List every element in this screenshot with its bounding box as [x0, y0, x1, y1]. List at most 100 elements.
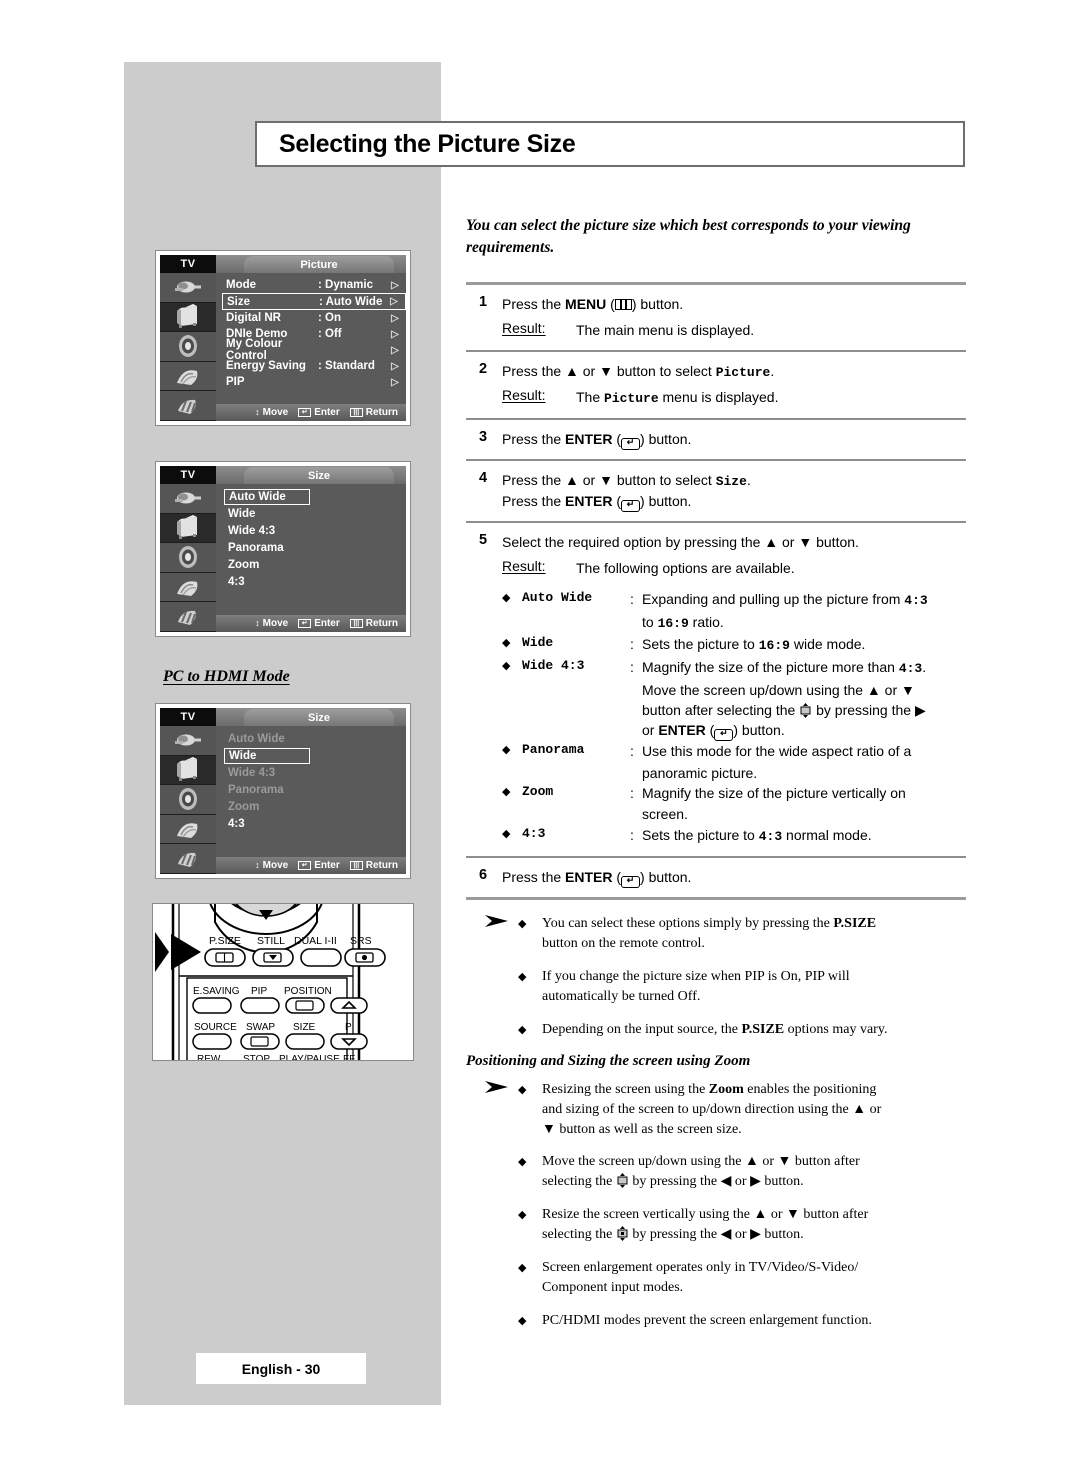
enter-icon: ↵ [621, 500, 641, 513]
picture-menu-name: Picture [604, 391, 659, 407]
input-plug-icon[interactable] [160, 484, 216, 514]
picture-tv-icon[interactable] [160, 513, 216, 544]
zoom-note-4: ◆ Screen enlargement operates only in TV… [466, 1258, 966, 1298]
diamond-bullet-icon: ◆ [518, 1314, 527, 1327]
ratio-16-9: 16:9 [758, 638, 790, 654]
picture-tv-icon[interactable] [160, 302, 216, 333]
step-4-line2-pre: Press the [502, 493, 566, 510]
step-1-result: Result: The main menu is displayed. [502, 320, 966, 341]
svg-text:STOP: STOP [243, 1054, 270, 1060]
note-pre: Resizing the screen using the [542, 1081, 709, 1097]
osd-picture-topbar: TV Picture [160, 255, 406, 274]
step-1: 1 Press the MENU () button. Result: The … [466, 285, 966, 350]
step-6: 6 Press the ENTER (↵) button. [466, 858, 966, 897]
channel-icon[interactable] [160, 572, 216, 603]
setup-icon[interactable] [160, 844, 216, 874]
menu-button-name: MENU [565, 295, 607, 312]
footer-move: ↕ Move [255, 860, 288, 871]
page-footer-label: English - 30 [241, 1360, 321, 1377]
updown-arrow-icon: ↕ [255, 860, 260, 870]
size-option-auto-wide[interactable]: Auto Wide [222, 488, 406, 505]
osd-size-icon-column [160, 484, 216, 632]
cont-post: by pressing the ▶ [812, 702, 926, 719]
sound-speaker-icon[interactable] [160, 332, 216, 362]
step-4-line2-post: ) button. [640, 493, 692, 510]
osd-pc-hdmi-option-list: Auto Wide Wide Wide 4:3 Panorama Zoom 4:… [216, 726, 406, 874]
step-4-text: Press the ▲ or ▼ button to select Size. [502, 470, 966, 492]
pc-hdmi-option-zoom: Zoom [222, 798, 406, 815]
option-desc-panorama-cont: panoramic picture. [502, 763, 966, 783]
zoom-note-1: ◆ Resizing the screen using the Zoom ena… [466, 1080, 966, 1140]
position-move-icon [799, 703, 812, 719]
note-post: enables the positioning [743, 1081, 877, 1097]
option-description: Use this mode for the wide aspect ratio … [642, 743, 912, 760]
footer-enter: ↵ Enter [298, 618, 340, 629]
picture-tv-icon[interactable] [160, 755, 216, 786]
osd-row-digital-nr[interactable]: Digital NR : On ▷ [222, 310, 406, 326]
input-plug-icon[interactable] [160, 726, 216, 756]
channel-icon[interactable] [160, 361, 216, 392]
step-6-post: ) button. [640, 869, 692, 886]
note-post: options may vary. [784, 1021, 888, 1037]
menu-key-icon: ||| [349, 619, 363, 628]
sound-speaker-icon[interactable] [160, 785, 216, 815]
osd-row-value: : Auto Wide [319, 295, 383, 308]
size-option-4-3[interactable]: 4:3 [222, 573, 406, 590]
note-line2-post: by pressing the ◀ or ▶ button. [628, 1227, 804, 1243]
note-line2-pre: selecting the [542, 1227, 616, 1243]
osd-row-mode[interactable]: Mode : Dynamic ▷ [222, 277, 406, 293]
psize-button-name: P.SIZE [833, 916, 877, 932]
osd-row-pip[interactable]: PIP ▷ [222, 374, 406, 390]
result-text: The following options are available. [576, 560, 795, 577]
size-option-label: 4:3 [228, 817, 245, 830]
osd-pc-hdmi-tab-label: Size [244, 709, 394, 727]
setup-icon[interactable] [160, 391, 216, 421]
zoom-note-2: ◆ Move the screen up/down using the ▲ or… [466, 1152, 966, 1192]
size-option-panorama[interactable]: Panorama [222, 539, 406, 556]
osd-row-value: : Dynamic [318, 279, 373, 291]
step-4-text-2: Press the ENTER (↵) button. [502, 491, 966, 513]
note-line2: automatically be turned Off. [542, 989, 701, 1005]
size-option-zoom[interactable]: Zoom [222, 556, 406, 573]
option-desc-wide: ◆ Wide : Sets the picture to 16:9 wide m… [502, 634, 966, 656]
pc-hdmi-option-4-3[interactable]: 4:3 [222, 815, 406, 832]
option-name: 4:3 [522, 825, 546, 841]
cont-line: panoramic picture. [642, 764, 758, 781]
footer-return: ||| Return [349, 618, 398, 629]
step-1-pre: Press the [502, 295, 566, 312]
size-option-wide[interactable]: Wide [222, 505, 406, 522]
osd-row-my-colour-control[interactable]: My Colour Control ▷ [222, 338, 406, 362]
pc-hdmi-option-wide[interactable]: Wide [222, 747, 406, 764]
colon: : [630, 591, 634, 608]
desc-post: normal mode. [782, 826, 872, 843]
setup-icon[interactable] [160, 602, 216, 632]
cont-post: ratio. [688, 614, 724, 631]
chevron-right-icon: ▷ [391, 279, 399, 291]
note-pre: If you change the picture size when PIP … [542, 969, 850, 985]
enter-icon: ↵ [714, 729, 734, 742]
note-3: ◆ Depending on the input source, the P.S… [466, 1020, 966, 1040]
step-number: 3 [479, 428, 488, 445]
footer-enter-label: Enter [314, 860, 340, 871]
note-pre: Move the screen up/down using the ▲ or ▼… [542, 1154, 860, 1170]
menu-key-icon: ||| [349, 861, 363, 870]
channel-icon[interactable] [160, 814, 216, 845]
input-plug-icon[interactable] [160, 273, 216, 303]
osd-row-energy-saving[interactable]: Energy Saving : Standard ▷ [222, 358, 406, 374]
step-5-text: Select the required option by pressing t… [502, 534, 859, 551]
size-option-label: Auto Wide [228, 732, 285, 745]
cont-line: screen. [642, 806, 688, 823]
osd-row-size[interactable]: Size : Auto Wide ▷ [222, 293, 406, 310]
svg-text:DUAL I-II: DUAL I-II [294, 935, 337, 947]
size-option-wide-4-3[interactable]: Wide 4:3 [222, 522, 406, 539]
sound-speaker-icon[interactable] [160, 543, 216, 573]
osd-row-label: My Colour Control [226, 338, 283, 362]
option-desc-panorama: ◆ Panorama : Use this mode for the wide … [502, 741, 966, 761]
osd-pc-hdmi-footer: ↕ Move ↵ Enter ||| Return [216, 857, 406, 874]
cont-pre: to [642, 614, 658, 631]
footer-move: ↕ Move [255, 407, 288, 418]
diamond-bullet-icon: ◆ [518, 1083, 527, 1096]
step-3: 3 Press the ENTER (↵) button. [466, 420, 966, 459]
osd-row-label: Energy Saving [226, 360, 306, 372]
remote-control-illustration: P.SIZE STILL DUAL I-II SRS E.SAVING PIP … [152, 903, 414, 1061]
